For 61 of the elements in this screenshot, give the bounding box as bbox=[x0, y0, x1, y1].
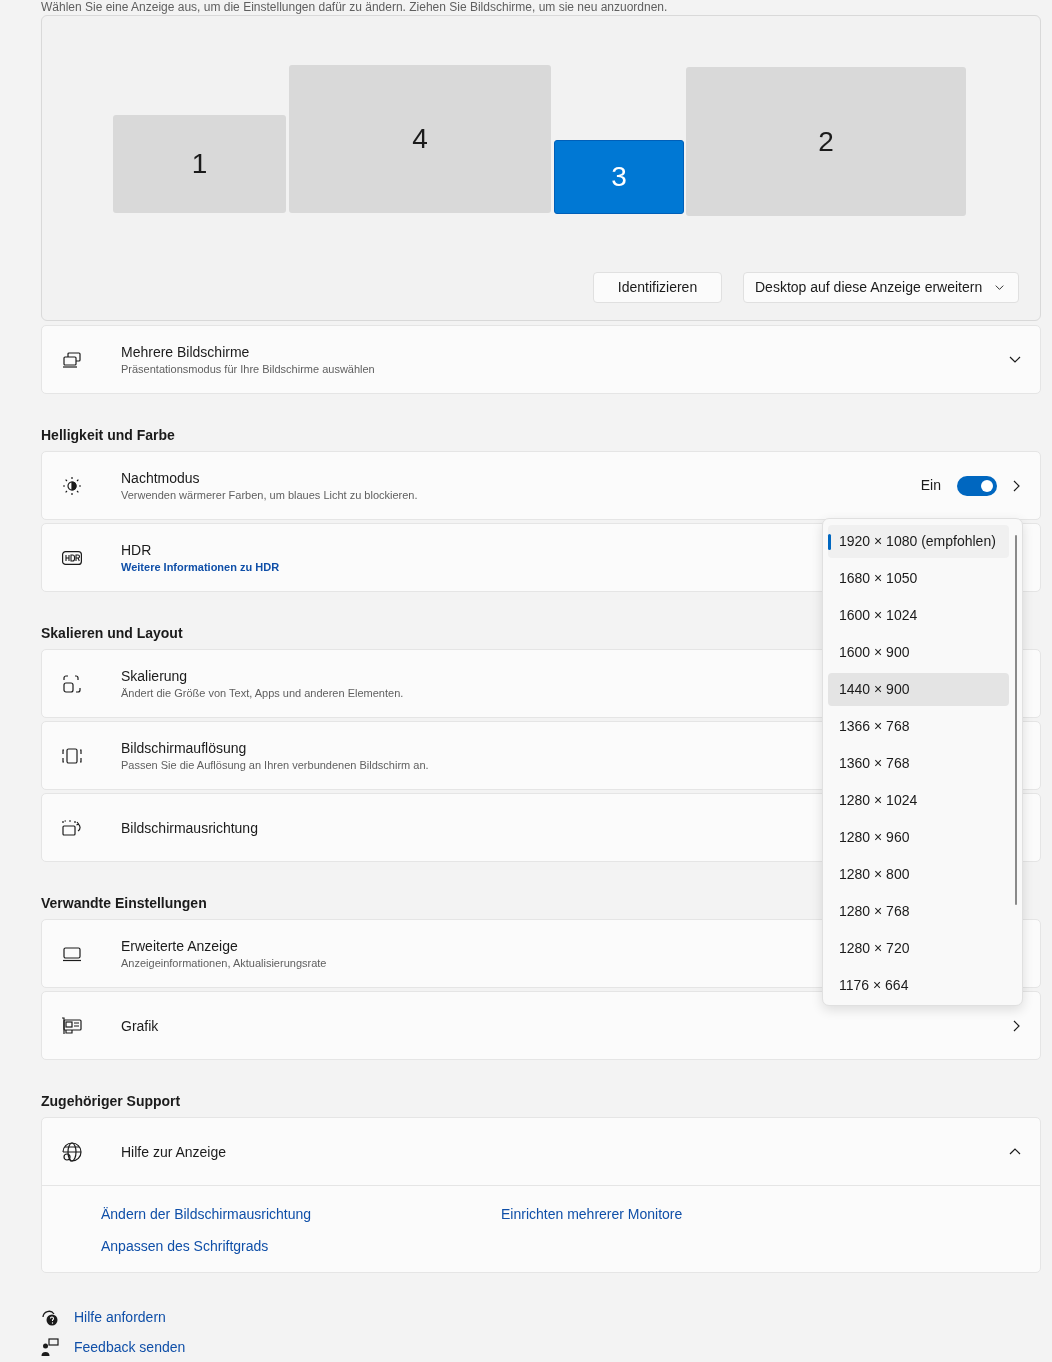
setting-title: Hilfe zur Anzeige bbox=[121, 1142, 227, 1161]
laptop-icon bbox=[62, 945, 82, 962]
identify-button[interactable]: Identifizieren bbox=[593, 272, 722, 303]
help-link[interactable]: Ändern der Bildschirmausrichtung bbox=[101, 1206, 312, 1222]
section-heading: Verwandte Einstellungen bbox=[41, 894, 207, 912]
hdr-icon bbox=[62, 550, 82, 565]
footer-link[interactable]: Hilfe anfordern bbox=[74, 1308, 166, 1326]
setting-title: Erweiterte Anzeige bbox=[121, 936, 238, 955]
setting-title: HDR bbox=[121, 540, 152, 559]
resolution-icon bbox=[61, 746, 83, 765]
setting-title: Grafik bbox=[121, 1016, 159, 1035]
monitor-tile[interactable]: 2 bbox=[686, 67, 966, 216]
settings-card[interactable]: Nachtmodus Verwenden wärmerer Farben, um blaues Licht zu blockieren. Ein bbox=[41, 451, 1041, 520]
display-mode-dropdown[interactable]: Desktop auf diese Anzeige erweitern bbox=[743, 272, 1019, 303]
setting-description: Passen Sie die Auflösung an Ihren verbundenen Bildschirm an. bbox=[121, 757, 429, 773]
monitor-tile[interactable]: 1 bbox=[113, 115, 286, 213]
monitors-icon bbox=[62, 351, 82, 368]
info-link[interactable]: Weitere Informationen zu HDR bbox=[121, 558, 280, 575]
scale-icon bbox=[62, 673, 82, 694]
chevron-up-icon[interactable] bbox=[1009, 1148, 1021, 1155]
chevron-right-icon[interactable] bbox=[1013, 1019, 1021, 1032]
setting-description: Anzeigeinformationen, Aktualisierungsrate bbox=[121, 955, 327, 971]
help-link[interactable]: Anpassen des Schriftgrads bbox=[101, 1238, 269, 1254]
monitor-tile[interactable]: 3 bbox=[554, 140, 684, 214]
settings-card[interactable]: Mehrere Bildschirme Präsentationsmodus für Ihre Bildschirme auswählen bbox=[41, 325, 1041, 394]
section-heading: Skalieren und Layout bbox=[41, 624, 183, 642]
resolution-option[interactable]: 1280 × 720 bbox=[828, 932, 1009, 965]
instruction-text: Wählen Sie eine Anzeige aus, um die Einstellungen dafür zu ändern. Ziehen Sie Bildschirme, um sie neu anzuordnen. bbox=[41, 0, 668, 14]
help-icon bbox=[41, 1308, 59, 1326]
setting-title: Mehrere Bildschirme bbox=[121, 342, 250, 361]
setting-title: Bildschirmauflösung bbox=[121, 738, 247, 757]
resolution-option[interactable]: 1920 × 1080 (empfohlen) bbox=[828, 525, 1009, 558]
toggle-switch[interactable] bbox=[957, 475, 997, 496]
feedback-icon bbox=[41, 1338, 59, 1356]
toggle-state-label: Ein bbox=[920, 476, 941, 495]
setting-title: Nachtmodus bbox=[121, 468, 200, 487]
caret-icon[interactable] bbox=[995, 284, 1004, 291]
globe-search-icon bbox=[61, 1140, 83, 1163]
scrollbar-thumb[interactable] bbox=[1015, 535, 1017, 905]
settings-card[interactable]: Hilfe zur Anzeige Ändern der Bildschirmausrichtung Einrichten mehrerer Monitore Anpassen des Schriftgrads bbox=[41, 1117, 1041, 1273]
setting-title: Skalierung bbox=[121, 666, 188, 685]
graphics-card-icon bbox=[61, 1016, 83, 1035]
setting-title: Bildschirmausrichtung bbox=[121, 818, 258, 837]
settings-card[interactable]: Grafik bbox=[41, 991, 1041, 1060]
resolution-option[interactable]: 1360 × 768 bbox=[828, 747, 1009, 780]
section-heading: Zugehöriger Support bbox=[41, 1092, 181, 1110]
chevron-right-icon[interactable] bbox=[1013, 479, 1021, 492]
setting-description: Verwenden wärmerer Farben, um blaues Licht zu blockieren. bbox=[121, 487, 418, 503]
resolution-option[interactable]: 1440 × 900 bbox=[828, 673, 1009, 706]
monitor-tile[interactable]: 4 bbox=[289, 65, 551, 213]
section-heading: Helligkeit und Farbe bbox=[41, 426, 175, 444]
setting-description: Präsentationsmodus für Ihre Bildschirme auswählen bbox=[121, 361, 375, 377]
footer-link[interactable]: Feedback senden bbox=[74, 1338, 186, 1356]
resolution-option[interactable]: 1680 × 1050 bbox=[828, 562, 1009, 595]
setting-description: Ändert die Größe von Text, Apps und anderen Elementen. bbox=[121, 685, 404, 701]
rotate-icon bbox=[61, 818, 83, 837]
brightness-icon bbox=[62, 475, 82, 496]
chevron-down-icon[interactable] bbox=[1009, 356, 1021, 363]
resolution-option[interactable]: 1600 × 1024 bbox=[828, 599, 1009, 632]
help-link[interactable]: Einrichten mehrerer Monitore bbox=[501, 1206, 683, 1222]
resolution-option[interactable]: 1280 × 960 bbox=[828, 821, 1009, 854]
